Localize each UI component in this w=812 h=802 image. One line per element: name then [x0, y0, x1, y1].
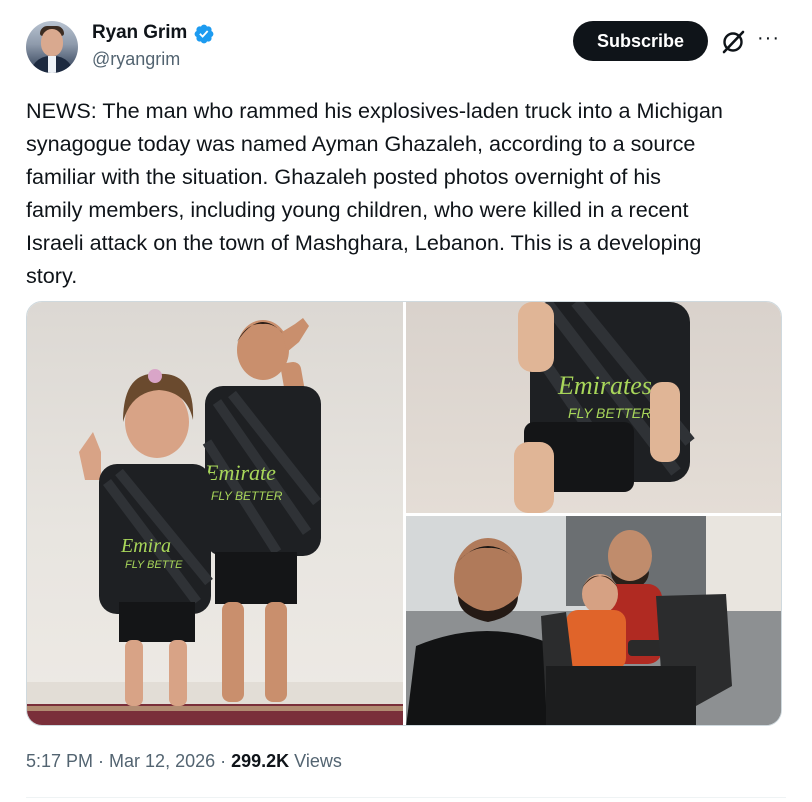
- subscribe-button[interactable]: Subscribe: [573, 21, 708, 61]
- tweet-meta: 5:17 PM · Mar 12, 2026 · 299.2K Views: [26, 751, 342, 772]
- tweet-date[interactable]: Mar 12, 2026: [109, 751, 215, 771]
- jersey-sub-c: FLY BETTER: [568, 405, 651, 421]
- author-handle[interactable]: @ryangrim: [92, 49, 180, 70]
- jersey-sub-a: FLY BETTER: [211, 489, 283, 503]
- meta-separator: ·: [215, 751, 232, 771]
- views-count: 299.2K: [231, 751, 290, 771]
- tweet-text: NEWS: The man who rammed his explosives-…: [26, 98, 723, 288]
- media-grid: Emirate FLY BETTER Emira FLY BETTE Emira…: [26, 301, 782, 726]
- grok-icon[interactable]: [720, 29, 746, 55]
- avatar-face: [41, 29, 63, 56]
- jersey-text-a: Emirate: [204, 460, 276, 485]
- meta-separator: ·: [93, 751, 110, 771]
- photo-selfie[interactable]: [406, 516, 781, 725]
- jersey-text-c: Emirates: [557, 371, 652, 400]
- jersey-text-b: Emira: [120, 535, 171, 557]
- photo-child-jersey-closeup[interactable]: Emirates FLY BETTER: [406, 302, 781, 513]
- tweet-time[interactable]: 5:17 PM: [26, 751, 93, 771]
- more-icon[interactable]: ···: [757, 28, 780, 48]
- avatar-shirt: [48, 56, 56, 73]
- author-name[interactable]: Ryan Grim: [92, 22, 187, 44]
- jersey-sub-b: FLY BETTE: [125, 559, 183, 571]
- divider: [26, 797, 786, 798]
- photo-children-jerseys[interactable]: Emirate FLY BETTER Emira FLY BETTE: [27, 302, 403, 725]
- views-label: Views: [289, 751, 342, 771]
- verified-badge-icon: [194, 24, 214, 44]
- avatar[interactable]: [26, 21, 78, 73]
